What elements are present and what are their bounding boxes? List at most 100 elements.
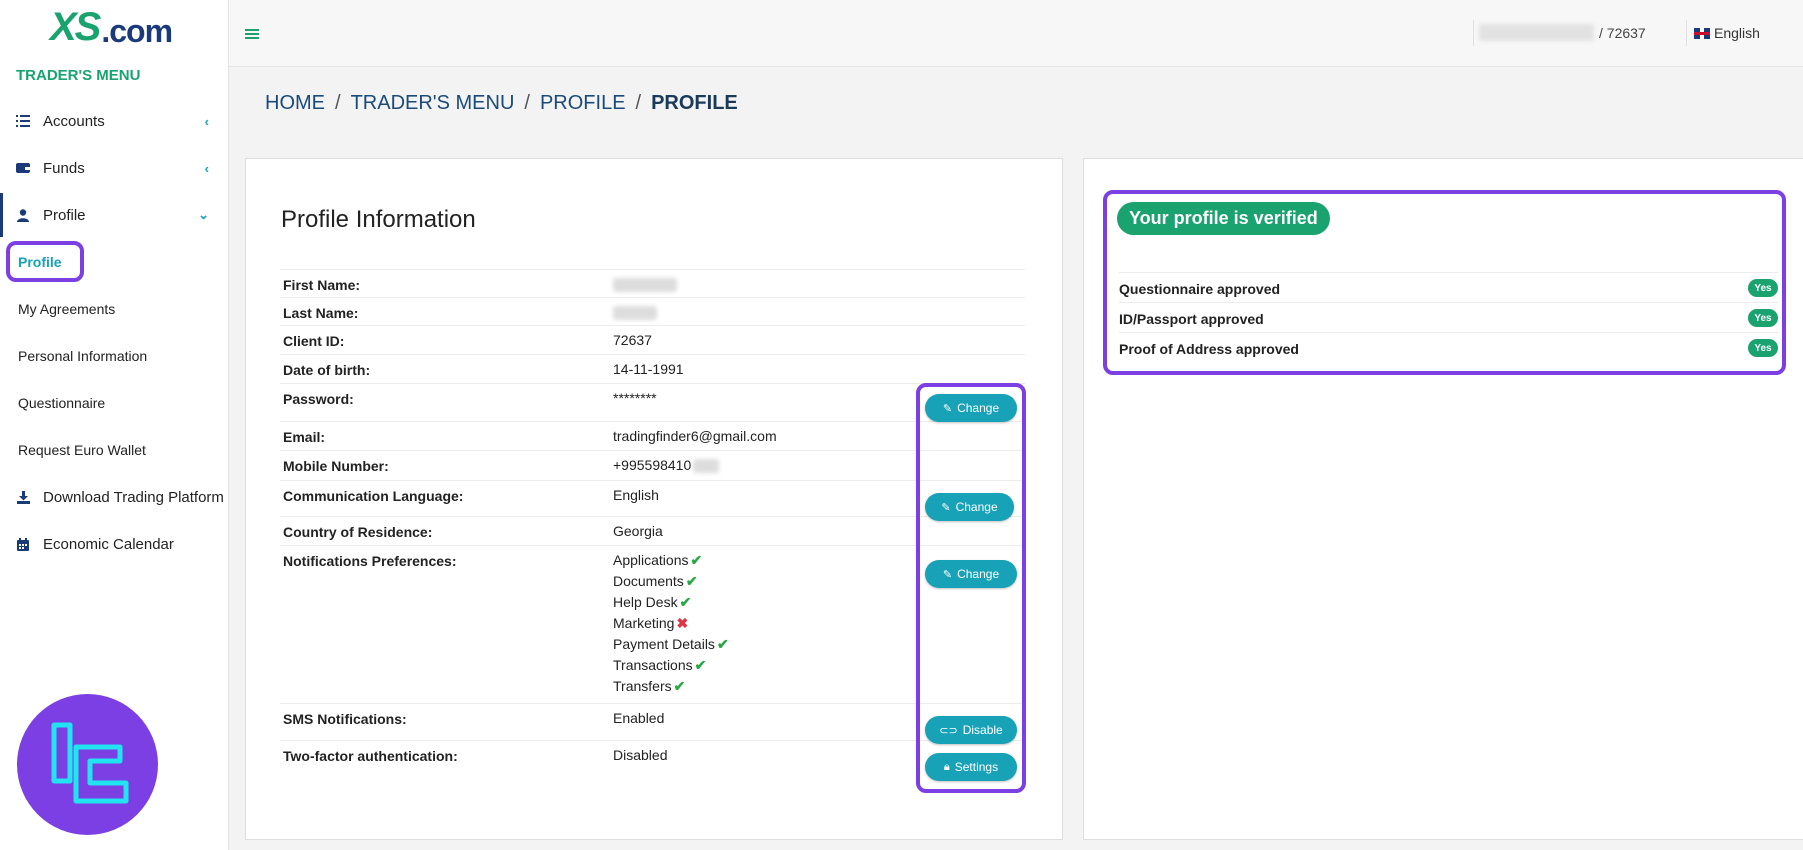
chevron-left-icon: ‹ — [204, 160, 209, 176]
check-icon: ✔ — [679, 594, 692, 610]
sidebar-item-label: Download Trading Platform — [43, 488, 224, 506]
status-badge: Yes — [1748, 279, 1778, 297]
field-label: Last Name: — [283, 305, 359, 321]
check-icon: ✔ — [716, 636, 729, 652]
check-icon: ✔ — [685, 573, 698, 589]
chevron-down-icon: ⌄ — [198, 207, 209, 222]
notification-preferences-list: Applications ✔ Documents ✔ Help Desk ✔ Mark… — [613, 550, 729, 697]
breadcrumb-home[interactable]: HOME — [265, 92, 325, 115]
field-label: Client ID: — [283, 333, 345, 349]
download-icon — [15, 489, 31, 505]
breadcrumb-separator: / — [335, 92, 341, 114]
field-row-first-name: First Name: — [280, 269, 1025, 297]
breadcrumb-traders-menu[interactable]: TRADER'S MENU — [351, 92, 515, 115]
xs-logo[interactable]: XS .com — [50, 2, 173, 50]
hamburger-menu-icon[interactable] — [245, 24, 259, 45]
edit-icon: ✎ — [941, 501, 951, 514]
verification-row-id-passport: ID/Passport approved Yes — [1119, 302, 1778, 332]
field-row-country-of-residence: Country of Residence: Georgia — [280, 516, 1025, 545]
status-badge: Yes — [1748, 309, 1778, 327]
verification-status-box: Your profile is verified Questionnaire a… — [1103, 190, 1786, 375]
pref-item: Transfers ✔ — [613, 678, 686, 694]
sidebar-item-accounts[interactable]: Accounts ‹ — [0, 99, 229, 143]
lock-icon: 🔒︎ — [943, 760, 950, 773]
field-row-mobile-number: Mobile Number: +995598410 — [280, 450, 1025, 480]
field-value: English — [613, 487, 659, 503]
sub-item-my-agreements[interactable]: My Agreements — [18, 301, 115, 317]
field-label: Communication Language: — [283, 488, 464, 504]
sub-item-profile[interactable]: Profile — [6, 241, 84, 282]
field-row-last-name: Last Name: — [280, 297, 1025, 325]
field-value: tradingfinder6@gmail.com — [613, 428, 777, 444]
list-icon — [15, 113, 31, 129]
page-title: Profile Information — [281, 206, 476, 233]
verification-row-proof-of-address: Proof of Address approved Yes — [1119, 332, 1778, 362]
first-name-redacted — [613, 276, 677, 293]
field-value: Disabled — [613, 747, 668, 763]
language-selector[interactable]: English — [1694, 25, 1760, 41]
uk-flag-icon — [1694, 27, 1710, 39]
calendar-icon — [15, 536, 31, 552]
pref-item: Applications ✔ — [613, 552, 703, 568]
field-value: Georgia — [613, 523, 663, 539]
wallet-icon — [15, 160, 31, 176]
sidebar-item-label: Profile — [43, 206, 86, 224]
watermark-logo — [17, 694, 158, 835]
divider — [1686, 20, 1687, 46]
sidebar: XS .com TRADER'S MENU Accounts ‹ Funds ‹ … — [0, 0, 229, 850]
sidebar-item-label: Accounts — [43, 112, 105, 130]
field-label: SMS Notifications: — [283, 711, 407, 727]
field-label: Two-factor authentication: — [283, 748, 458, 764]
sidebar-item-economic-calendar[interactable]: Economic Calendar — [0, 522, 229, 566]
sub-item-questionnaire[interactable]: Questionnaire — [18, 395, 105, 411]
change-password-button[interactable]: ✎ Change — [925, 394, 1017, 422]
user-id[interactable]: / 72637 — [1599, 25, 1646, 41]
verification-row-questionnaire: Questionnaire approved Yes — [1119, 272, 1778, 302]
field-label: Date of birth: — [283, 362, 371, 378]
field-label: Country of Residence: — [283, 524, 433, 540]
breadcrumb-profile[interactable]: PROFILE — [540, 92, 626, 115]
check-icon: ✔ — [673, 678, 686, 694]
user-icon — [15, 207, 31, 223]
sidebar-item-funds[interactable]: Funds ‹ — [0, 146, 229, 190]
verification-label: Proof of Address approved — [1119, 341, 1299, 357]
divider — [1473, 20, 1474, 46]
change-notifications-button[interactable]: ✎ Change — [925, 560, 1017, 588]
toggle-icon: ⊂⊃ — [939, 724, 958, 737]
field-row-password: Password: ******** — [280, 383, 1025, 421]
field-label: Email: — [283, 429, 326, 445]
change-language-button[interactable]: ✎ Change — [925, 493, 1014, 521]
language-label: English — [1714, 25, 1760, 41]
field-row-client-id: Client ID: 72637 — [280, 325, 1025, 354]
pref-item: Payment Details ✔ — [613, 636, 729, 652]
field-row-communication-language: Communication Language: English — [280, 480, 1025, 516]
field-row-notifications-preferences: Notifications Preferences: Applications ✔… — [280, 545, 1025, 703]
field-value: ******** — [613, 390, 657, 406]
field-label: Password: — [283, 391, 354, 407]
field-row-sms-notifications: SMS Notifications: Enabled — [280, 703, 1025, 740]
field-row-email: Email: tradingfinder6@gmail.com — [280, 421, 1025, 450]
pref-item: Transactions ✔ — [613, 657, 707, 673]
field-label: Mobile Number: — [283, 458, 389, 474]
pref-item: Documents ✔ — [613, 573, 698, 589]
breadcrumb: HOME / TRADER'S MENU / PROFILE / PROFILE — [265, 92, 738, 115]
status-badge: Yes — [1748, 339, 1778, 357]
sub-item-request-euro-wallet[interactable]: Request Euro Wallet — [18, 442, 146, 458]
sidebar-item-profile[interactable]: Profile ⌄ — [0, 193, 229, 237]
field-label: Notifications Preferences: — [283, 553, 457, 569]
sidebar-title: TRADER'S MENU — [16, 67, 141, 84]
field-value: 72637 — [613, 332, 652, 348]
top-bar: / 72637 English — [229, 0, 1803, 67]
sub-item-personal-information[interactable]: Personal Information — [18, 348, 147, 364]
check-icon: ✔ — [694, 657, 707, 673]
two-factor-settings-button[interactable]: 🔒︎ Settings — [925, 753, 1017, 781]
field-value: +995598410 — [613, 457, 720, 474]
sidebar-item-download-trading-platform[interactable]: Download Trading Platform — [0, 475, 229, 519]
edit-icon: ✎ — [942, 402, 953, 415]
field-label: First Name: — [283, 277, 361, 293]
pref-item: Marketing ✖ — [613, 615, 689, 631]
sidebar-item-label: Funds — [43, 159, 85, 177]
field-value: 14-11-1991 — [613, 361, 684, 377]
pref-item: Help Desk ✔ — [613, 594, 692, 610]
disable-sms-button[interactable]: ⊂⊃ Disable — [925, 716, 1017, 744]
